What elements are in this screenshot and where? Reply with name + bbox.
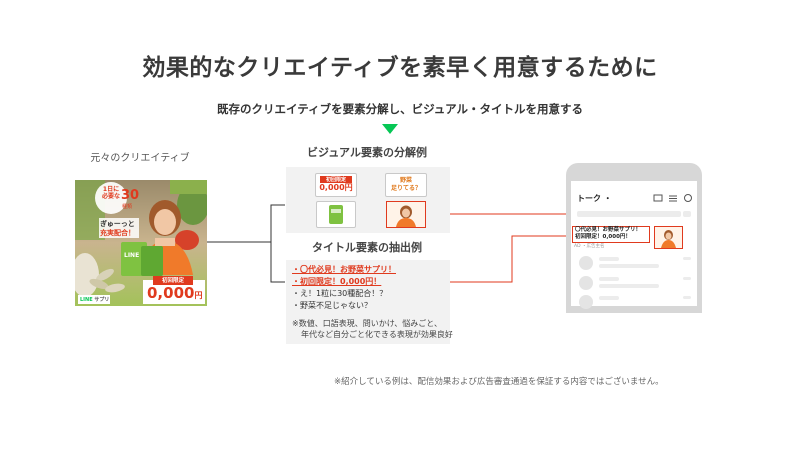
chat-name (599, 296, 619, 300)
title-item-4: ・野菜不足じゃない？ (292, 301, 372, 310)
phone-header-title: トーク ・ (577, 193, 612, 204)
connector-branch (270, 204, 285, 283)
ad-title-box[interactable]: 〇代必見！お野菜サプリ！ 初回限定！0,000円！ (572, 226, 650, 243)
visual-thumb-woman (386, 201, 426, 228)
ad-thumbnail[interactable] (654, 226, 683, 249)
title-section-title: タイトル要素の抽出例 (312, 241, 422, 254)
ad-title-line2: 初回限定！0,000円！ (575, 234, 631, 240)
chat-preview (599, 284, 659, 288)
phone-header-label: トーク (577, 194, 601, 203)
title-item-3: ・え！1粒に30種配合！？ (292, 289, 388, 298)
chat-time (683, 257, 691, 260)
phone-header-icons (653, 194, 692, 202)
chat-avatar (579, 295, 593, 309)
search-action[interactable] (683, 211, 691, 217)
chat-time (683, 296, 691, 299)
ad-title-line1: 〇代必見！お野菜サプリ！ (575, 227, 642, 233)
chat-time (683, 277, 691, 280)
title-note: ※数値、口語表現、問いかけ、悩みごと、 年代など自分ごと化できる表現が効果良好 (292, 318, 453, 340)
thumb-copy-line2: 足りてる？ (390, 185, 421, 192)
title-note-line1: ※数値、口語表現、問いかけ、悩みごと、 (292, 319, 442, 328)
package-illustration (329, 205, 343, 224)
phone-screen: トーク ・ 〇代必見！お野菜サプリ！ 初回限定！0,000円！ AD ・広告主名 (571, 181, 697, 309)
visual-thumb-copy: 野菜 足りてる？ (385, 173, 427, 197)
ad-meta: AD ・広告主名 (574, 244, 605, 249)
visual-thumb-package (316, 201, 356, 228)
thumb-price-badge: 初回限定 (320, 176, 352, 183)
thumb-price-text: 0,000円 (319, 183, 353, 192)
ad-woman-illustration (661, 230, 676, 248)
disclaimer-footnote: ※紹介している例は、配信効果および広告審査通過を保証する内容ではございません。 (334, 377, 664, 387)
thumb-copy-line1: 野菜 (399, 177, 412, 184)
visual-thumb-price: 初回限定 0,000円 (315, 173, 357, 197)
chat-name (599, 257, 619, 261)
title-note-line2: 年代など自分ごと化できる表現が効果良好 (301, 330, 453, 339)
title-item-2: ・初回限定！0,000円！ (292, 277, 382, 286)
phone-header-dot: ・ (603, 194, 612, 203)
search-bar[interactable] (577, 211, 681, 217)
visual-section-title: ビジュアル要素の分解例 (307, 146, 427, 159)
title-list: ・〇代必見！お野菜サプリ！ ・初回限定！0,000円！ ・え！1粒に30種配合！… (292, 264, 396, 312)
woman-illustration (387, 202, 425, 227)
chat-avatar (579, 256, 593, 270)
chat-avatar (579, 276, 593, 290)
chat-preview (599, 264, 659, 268)
title-item-1: ・〇代必見！お野菜サプリ！ (292, 265, 396, 274)
chat-icon (684, 194, 692, 202)
chat-name (599, 277, 619, 281)
video-icon (653, 194, 663, 202)
